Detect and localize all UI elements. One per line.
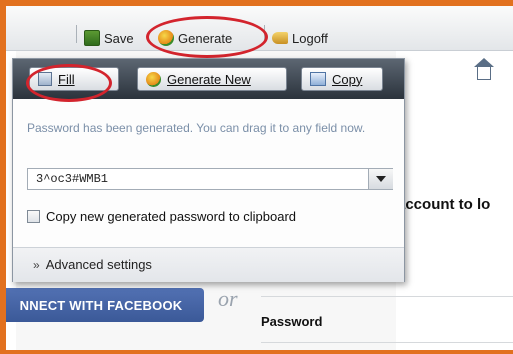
copy-to-clipboard-checkbox[interactable] [27,210,40,223]
password-label: Password [261,314,323,329]
password-history-dropdown[interactable] [368,169,393,189]
generate-new-label: Generate New [167,71,251,87]
double-chevron-right-icon: » [33,257,40,272]
copy-label: Copy [332,71,363,87]
connect-facebook-button[interactable]: NNECT WITH FACEBOOK [6,288,204,322]
generated-password-field[interactable]: 3^oc3#WMB1 [27,168,393,190]
key-icon [272,32,288,44]
advanced-settings-label: Advanced settings [45,257,152,272]
copy-button[interactable]: Copy [301,67,383,91]
divider [261,296,513,297]
generated-message: Password has been generated. You can dra… [27,121,366,135]
generate-new-button[interactable]: Generate New [137,67,287,91]
logoff-label: Logoff [292,30,328,46]
copy-icon [310,72,326,86]
save-button[interactable]: Save [84,28,134,48]
advanced-settings-bar[interactable]: » Advanced settings [13,247,404,282]
generate-highlight-ring [146,16,268,58]
toolbar-separator [76,25,77,43]
or-separator: or [218,286,238,311]
copy-to-clipboard-option[interactable]: Copy new generated password to clipboard [27,209,296,224]
fill-highlight-ring [26,64,112,102]
logoff-button[interactable]: Logoff [272,28,328,48]
advanced-settings-toggle[interactable]: » Advanced settings [33,257,152,272]
chevron-down-icon [376,176,386,182]
save-icon [84,30,100,46]
page-heading: account to lo [397,196,491,213]
home-icon[interactable] [477,66,491,80]
copy-to-clipboard-label: Copy new generated password to clipboard [46,209,297,224]
generate-icon [146,71,161,87]
save-label: Save [104,30,134,46]
password-input-edge[interactable] [261,342,513,343]
screenshot-frame: Save Generate Logoff account to lo NNECT… [6,6,513,350]
